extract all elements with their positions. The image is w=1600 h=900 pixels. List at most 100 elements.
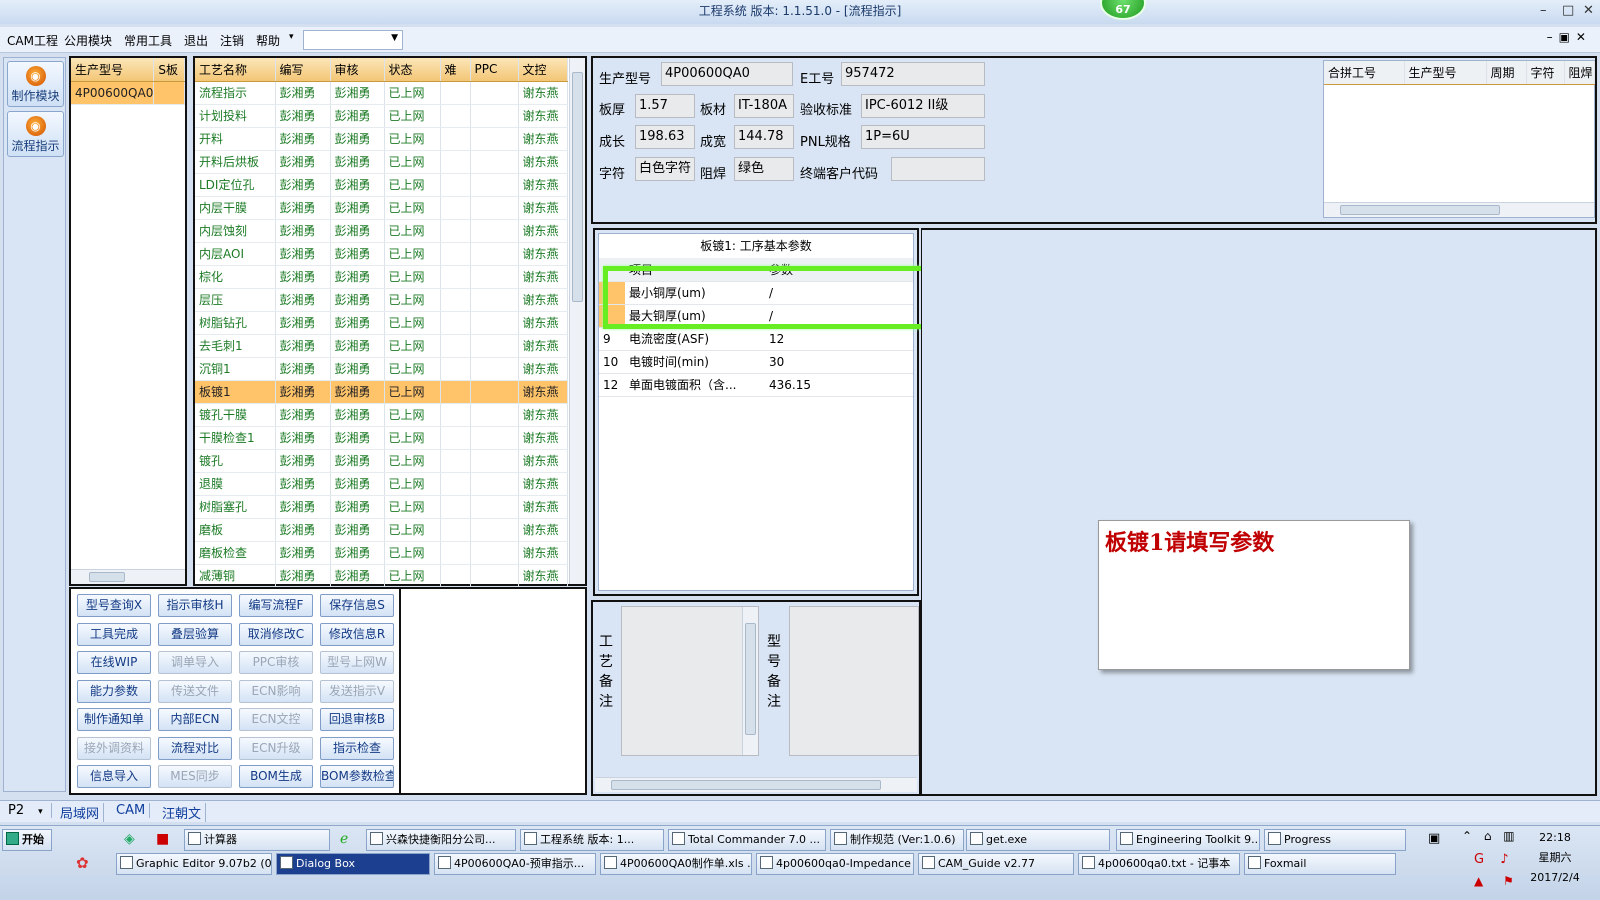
taskbar-button[interactable]: 制作规范 (Ver:1.0.6) — [830, 829, 964, 851]
action-button[interactable]: 取消修改C — [239, 622, 313, 646]
action-button[interactable]: 流程对比 — [158, 736, 232, 760]
menu-exit[interactable]: 退出 — [184, 32, 208, 49]
status-lan[interactable]: 局域网 — [56, 803, 105, 822]
taskbar-button[interactable]: Foxmail — [1244, 853, 1396, 875]
make-module-button[interactable]: ◉ 制作模块 — [7, 61, 64, 107]
table-row[interactable]: 镀孔干膜 彭湘勇 彭湘勇 已上网 谢东燕 — [195, 403, 568, 427]
action-button[interactable]: PPC审核 — [239, 651, 313, 674]
action-button[interactable]: 回退审核B — [320, 708, 394, 731]
pdf-icon[interactable]: ■ — [156, 831, 169, 847]
action-button[interactable]: BOM生成 — [239, 765, 313, 788]
action-button[interactable]: 编写流程F — [239, 594, 313, 617]
e-no-field[interactable]: 957472 — [841, 62, 985, 86]
table-row[interactable]: 树脂钻孔 彭湘勇 彭湘勇 已上网 谢东燕 — [195, 311, 568, 335]
table-row[interactable]: 层压 彭湘勇 彭湘勇 已上网 谢东燕 — [195, 288, 568, 312]
action-button[interactable]: 调单导入 — [158, 651, 232, 674]
taskbar-button[interactable]: Engineering Toolkit 9.... — [1116, 829, 1260, 851]
status-p2[interactable]: P2 ▾ — [4, 803, 52, 818]
table-row[interactable]: 镀孔 彭湘勇 彭湘勇 已上网 谢东燕 — [195, 449, 568, 473]
thickness-field[interactable]: 1.57 — [635, 94, 695, 118]
column-header[interactable]: 难 — [440, 58, 471, 82]
table-row[interactable]: 内层蚀刻 彭湘勇 彭湘勇 已上网 谢东燕 — [195, 219, 568, 243]
apps-icon[interactable]: ✿ — [76, 854, 89, 872]
action-button[interactable]: 指示审核H — [158, 594, 232, 617]
action-button[interactable]: ECN文控 — [239, 708, 313, 731]
action-button[interactable]: 型号上网W — [320, 651, 394, 674]
menu-help[interactable]: 帮助 — [256, 32, 280, 49]
chevron-down-icon[interactable]: ▾ — [289, 32, 294, 42]
table-row[interactable]: 棕化 彭湘勇 彭湘勇 已上网 谢东燕 — [195, 265, 568, 289]
param-row[interactable]: 9 电流密度(ASF) 12 — [599, 327, 913, 351]
remarks-hscroll[interactable] — [595, 777, 917, 792]
taskbar-button[interactable]: 4P00600QA0-预审指示... — [434, 853, 596, 875]
start-button[interactable]: 开始 — [2, 829, 52, 851]
action-button[interactable]: 指示检查 — [320, 736, 394, 760]
process-table-vscroll[interactable] — [569, 58, 585, 584]
taskbar-button[interactable]: Dialog Box — [276, 853, 430, 875]
action-button[interactable]: 发送指示V — [320, 679, 394, 703]
pnl-field[interactable]: 1P=6U — [861, 125, 985, 149]
taskbar-button[interactable]: 4p00600qa0-Impedance ... — [756, 853, 914, 875]
mask-field[interactable]: 绿色 — [734, 157, 794, 181]
action-button[interactable]: 保存信息S — [320, 594, 394, 617]
taskbar-button[interactable]: 兴森快捷衡阳分公司... — [366, 829, 516, 851]
action-button[interactable]: 叠层验算 — [158, 622, 232, 646]
taskbar-button[interactable]: get.exe — [966, 829, 1110, 851]
tray-app-icons-2[interactable]: ▲ ⚑ — [1474, 874, 1522, 888]
table-row[interactable]: 磨板 彭湘勇 彭湘勇 已上网 谢东燕 — [195, 518, 568, 542]
width-field[interactable]: 144.78 — [734, 125, 794, 149]
action-button[interactable]: 型号查询X — [77, 594, 151, 617]
action-button[interactable]: MES同步 — [158, 765, 232, 788]
taskbar-button[interactable]: Progress — [1264, 829, 1406, 851]
menu-dropdown[interactable]: ▼ — [303, 30, 403, 50]
action-button[interactable]: BOM参数检查 — [320, 765, 394, 788]
param-row[interactable]: 12 单面电镀面积（含... 436.15 — [599, 373, 913, 397]
merge-column-header[interactable]: 字符 — [1526, 61, 1565, 85]
menu-cam[interactable]: CAM工程 — [7, 32, 58, 49]
action-button[interactable]: 工具完成 — [77, 622, 151, 646]
taskbar-button[interactable]: 4p00600qa0.txt - 记事本 — [1078, 853, 1240, 875]
material-field[interactable]: IT-180A — [734, 94, 794, 118]
ie-icon[interactable]: ℯ — [340, 831, 348, 847]
mdi-controls[interactable]: –▣✕ — [1547, 30, 1592, 44]
action-button[interactable]: 信息导入 — [77, 765, 151, 788]
merge-column-header[interactable]: 合拼工号 — [1324, 61, 1405, 85]
column-header[interactable]: 编写 — [275, 58, 331, 82]
merge-column-header[interactable]: 阻焊 — [1564, 61, 1595, 85]
process-remark-textarea[interactable] — [621, 606, 759, 756]
table-row[interactable]: 去毛刺1 彭湘勇 彭湘勇 已上网 谢东燕 — [195, 334, 568, 358]
column-header-model[interactable]: 生产型号 — [71, 58, 155, 82]
table-row[interactable]: 退膜 彭湘勇 彭湘勇 已上网 谢东燕 — [195, 472, 568, 496]
clock[interactable]: 22:18 星期六 2017/2/4 — [1520, 828, 1590, 888]
taskbar-button[interactable]: CAM_Guide v2.77 — [918, 853, 1074, 875]
action-button[interactable]: 传送文件 — [158, 679, 232, 703]
table-row[interactable]: 减薄铜 彭湘勇 彭湘勇 已上网 谢东燕 — [195, 564, 568, 588]
action-button[interactable]: 修改信息R — [320, 622, 394, 646]
table-row[interactable]: 树脂塞孔 彭湘勇 彭湘勇 已上网 谢东燕 — [195, 495, 568, 519]
model-list-hscroll[interactable] — [71, 569, 185, 584]
merge-column-header[interactable]: 生产型号 — [1404, 61, 1487, 85]
column-header[interactable]: 审核 — [330, 58, 385, 82]
action-button[interactable]: ECN影响 — [239, 679, 313, 703]
table-row[interactable]: LDI定位孔 彭湘勇 彭湘勇 已上网 谢东燕 — [195, 173, 568, 197]
maximize-icon[interactable]: □ — [1562, 0, 1574, 22]
tray-app-icons[interactable]: G ♪ — [1474, 852, 1515, 867]
model-remark-textarea[interactable] — [789, 606, 919, 756]
table-row[interactable]: 板镀1 彭湘勇 彭湘勇 已上网 谢东燕 — [195, 380, 568, 404]
table-row[interactable]: 沉铜1 彭湘勇 彭湘勇 已上网 谢东燕 — [195, 357, 568, 381]
standard-field[interactable]: IPC-6012 II级 — [861, 94, 985, 118]
table-row[interactable]: 干膜检查1 彭湘勇 彭湘勇 已上网 谢东燕 — [195, 426, 568, 450]
prod-model-field[interactable]: 4P00600QA0 — [661, 62, 793, 86]
action-button[interactable]: 制作通知单 — [77, 708, 151, 731]
menu-tools[interactable]: 常用工具 — [124, 32, 172, 49]
quicklaunch-icon[interactable]: ◈ — [124, 831, 135, 847]
merge-table-hscroll[interactable] — [1324, 202, 1594, 217]
minimize-icon[interactable]: – — [1540, 0, 1547, 22]
table-row[interactable]: 磨板检查 彭湘勇 彭湘勇 已上网 谢东燕 — [195, 541, 568, 565]
param-row[interactable]: 10 电镀时间(min) 30 — [599, 350, 913, 374]
menu-common[interactable]: 公用模块 — [64, 32, 112, 49]
action-button[interactable]: 在线WIP — [77, 651, 151, 674]
action-button[interactable]: ECN升级 — [239, 736, 313, 760]
menu-logout[interactable]: 注销 — [220, 32, 244, 49]
length-field[interactable]: 198.63 — [635, 125, 695, 149]
